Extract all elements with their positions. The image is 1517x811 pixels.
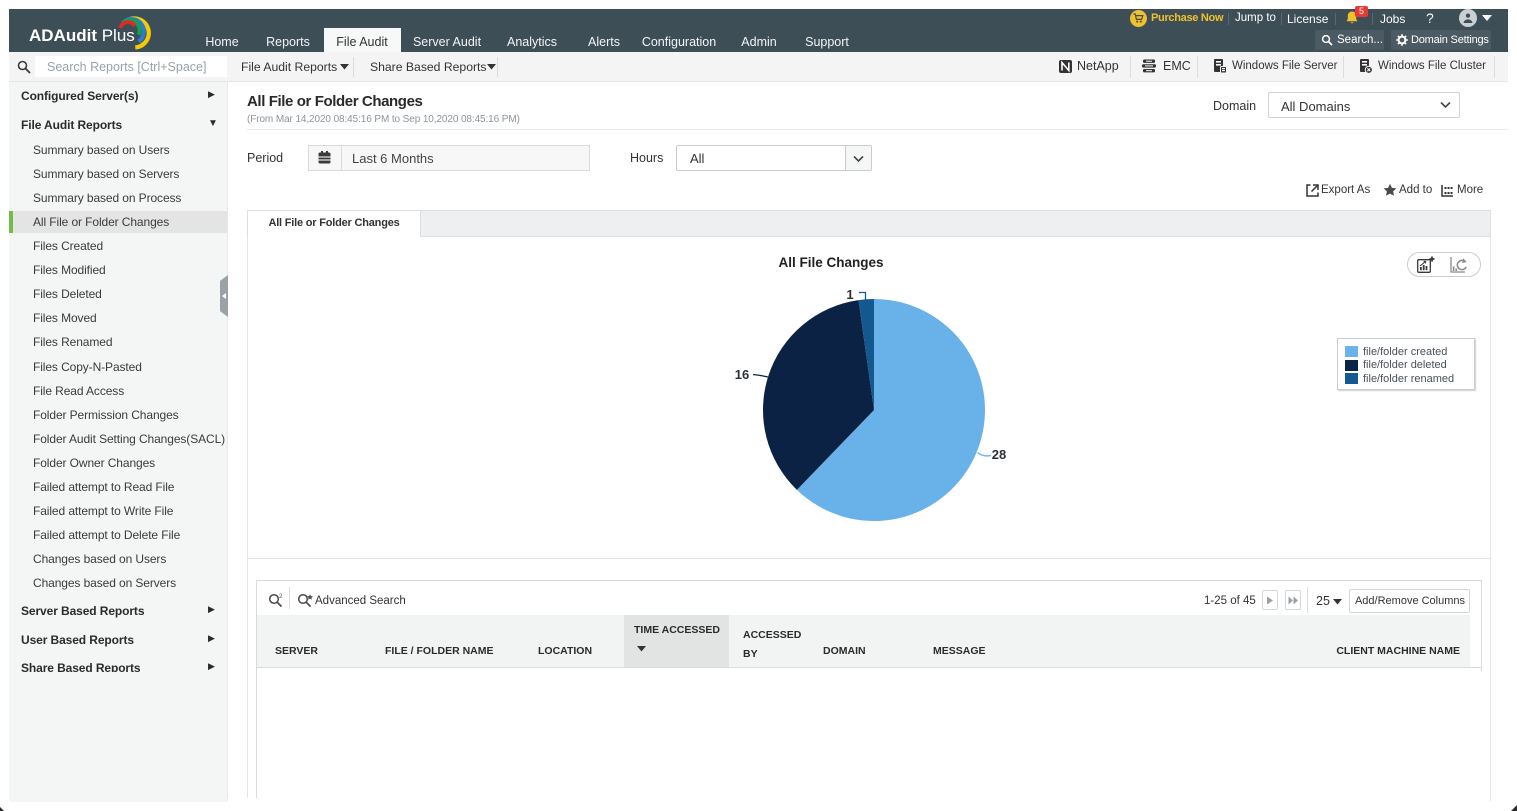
svg-text:1: 1 — [846, 287, 853, 302]
svg-text:All File Changes: All File Changes — [778, 255, 883, 270]
svg-text:28: 28 — [992, 447, 1006, 462]
svg-text:2: 2 — [279, 594, 283, 600]
svg-text:16: 16 — [735, 367, 749, 382]
